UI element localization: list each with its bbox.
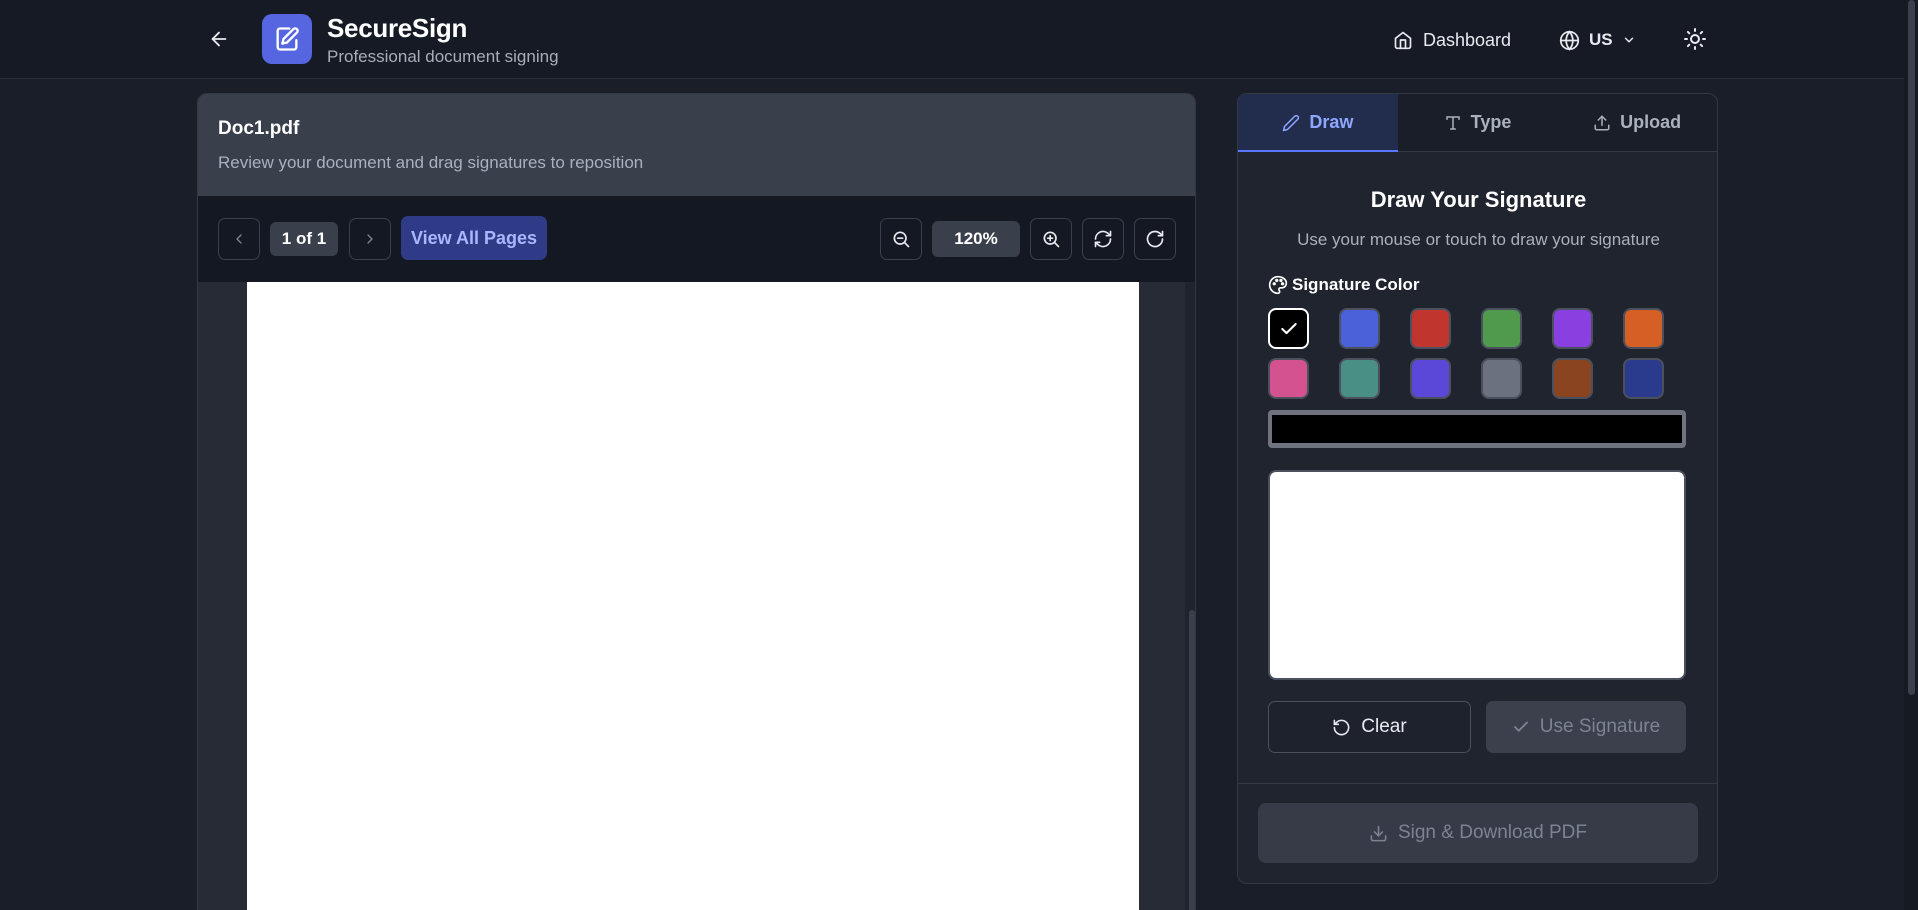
language-selector[interactable]: US xyxy=(1559,26,1636,54)
zoom-level: 120% xyxy=(932,221,1020,257)
upload-icon xyxy=(1594,115,1610,130)
zoom-out-icon xyxy=(893,231,910,248)
globe-icon xyxy=(1559,29,1580,51)
page-indicator: 1 of 1 xyxy=(270,222,338,256)
document-description: Review your document and drag signatures… xyxy=(218,153,644,172)
tab-draw[interactable]: Draw xyxy=(1238,94,1398,152)
clear-button[interactable]: Clear xyxy=(1268,701,1471,753)
color-swatch[interactable] xyxy=(1339,308,1380,349)
zoom-out-button[interactable] xyxy=(880,218,922,260)
document-panel: Doc1.pdf Review your document and drag s… xyxy=(197,93,1196,910)
app-title: SecureSign xyxy=(327,13,468,43)
arrow-left-icon xyxy=(211,31,227,47)
tab-type-label: Type xyxy=(1470,112,1512,132)
page-scrollbar[interactable] xyxy=(1904,0,1918,910)
document-filename: Doc1.pdf xyxy=(218,118,300,139)
sun-icon xyxy=(1684,28,1706,50)
viewport-scroll-thumb[interactable] xyxy=(1189,610,1195,910)
next-page-button[interactable] xyxy=(349,218,391,260)
refresh-icon xyxy=(1094,230,1112,248)
color-swatch[interactable] xyxy=(1623,308,1664,349)
chevron-left-icon xyxy=(236,234,242,244)
color-swatch[interactable] xyxy=(1268,308,1309,349)
home-icon xyxy=(1394,31,1412,50)
document-toolbar: 1 of 1 View All Pages 120% xyxy=(198,196,1195,282)
color-swatch[interactable] xyxy=(1552,358,1593,399)
signature-tabs: Draw Type Upload xyxy=(1238,94,1717,152)
custom-color-picker[interactable] xyxy=(1268,410,1686,448)
check-icon xyxy=(1280,322,1297,334)
previous-page-button[interactable] xyxy=(218,218,260,260)
rotate-cw-icon xyxy=(1146,230,1164,248)
reset-view-button[interactable] xyxy=(1082,218,1124,260)
sign-download-label: Sign & Download PDF xyxy=(1397,822,1588,843)
signature-subtitle: Use your mouse or touch to draw your sig… xyxy=(1297,230,1660,249)
color-swatch[interactable] xyxy=(1481,308,1522,349)
view-all-pages-button[interactable]: View All Pages xyxy=(401,216,547,260)
top-header: SecureSign Professional document signing… xyxy=(0,0,1918,79)
back-button[interactable] xyxy=(204,24,234,54)
use-signature-button[interactable]: Use Signature xyxy=(1486,701,1686,753)
theme-toggle-button[interactable] xyxy=(1680,24,1710,54)
clear-label: Clear xyxy=(1361,716,1407,737)
app-logo xyxy=(262,14,312,64)
zoom-in-icon xyxy=(1043,231,1060,248)
chevron-right-icon xyxy=(367,234,373,244)
document-header: Doc1.pdf Review your document and drag s… xyxy=(198,94,1195,196)
custom-color-preview xyxy=(1272,415,1682,443)
color-swatch[interactable] xyxy=(1623,358,1664,399)
rotate-ccw-icon xyxy=(1333,719,1350,735)
dashboard-link[interactable]: Dashboard xyxy=(1393,26,1511,54)
check-icon xyxy=(1513,721,1528,732)
tab-type[interactable]: Type xyxy=(1398,94,1558,151)
color-swatch[interactable] xyxy=(1339,358,1380,399)
language-label: US xyxy=(1589,30,1613,49)
signature-color-text: Signature Color xyxy=(1292,275,1420,294)
download-icon xyxy=(1370,825,1387,841)
color-swatch[interactable] xyxy=(1410,308,1451,349)
page-scroll-thumb[interactable] xyxy=(1908,0,1915,695)
color-swatch[interactable] xyxy=(1410,358,1451,399)
panel-divider xyxy=(1238,783,1717,784)
app-subtitle: Professional document signing xyxy=(327,47,559,66)
dashboard-label: Dashboard xyxy=(1423,29,1512,50)
zoom-in-button[interactable] xyxy=(1030,218,1072,260)
color-swatch[interactable] xyxy=(1481,358,1522,399)
use-signature-label: Use Signature xyxy=(1539,716,1661,737)
document-page[interactable] xyxy=(247,282,1139,910)
viewport-scrollbar[interactable] xyxy=(1185,282,1195,910)
pen-icon xyxy=(1283,114,1300,131)
chevron-down-icon xyxy=(1624,37,1633,43)
document-viewport[interactable] xyxy=(198,282,1195,910)
rotate-button[interactable] xyxy=(1134,218,1176,260)
color-swatch[interactable] xyxy=(1268,358,1309,399)
signature-title: Draw Your Signature xyxy=(1370,187,1587,212)
sign-download-button[interactable]: Sign & Download PDF xyxy=(1258,803,1698,863)
tab-upload[interactable]: Upload xyxy=(1557,94,1717,151)
signature-color-label: Signature Color xyxy=(1268,275,1420,295)
tab-draw-label: Draw xyxy=(1309,112,1354,132)
color-swatch[interactable] xyxy=(1552,308,1593,349)
signature-draw-canvas[interactable] xyxy=(1268,470,1686,680)
type-icon xyxy=(1445,115,1460,130)
signature-panel: Draw Type Upload Draw Your Signature Use… xyxy=(1237,93,1718,884)
file-signature-icon xyxy=(276,27,299,51)
tab-upload-label: Upload xyxy=(1620,112,1682,132)
palette-icon xyxy=(1268,275,1288,295)
